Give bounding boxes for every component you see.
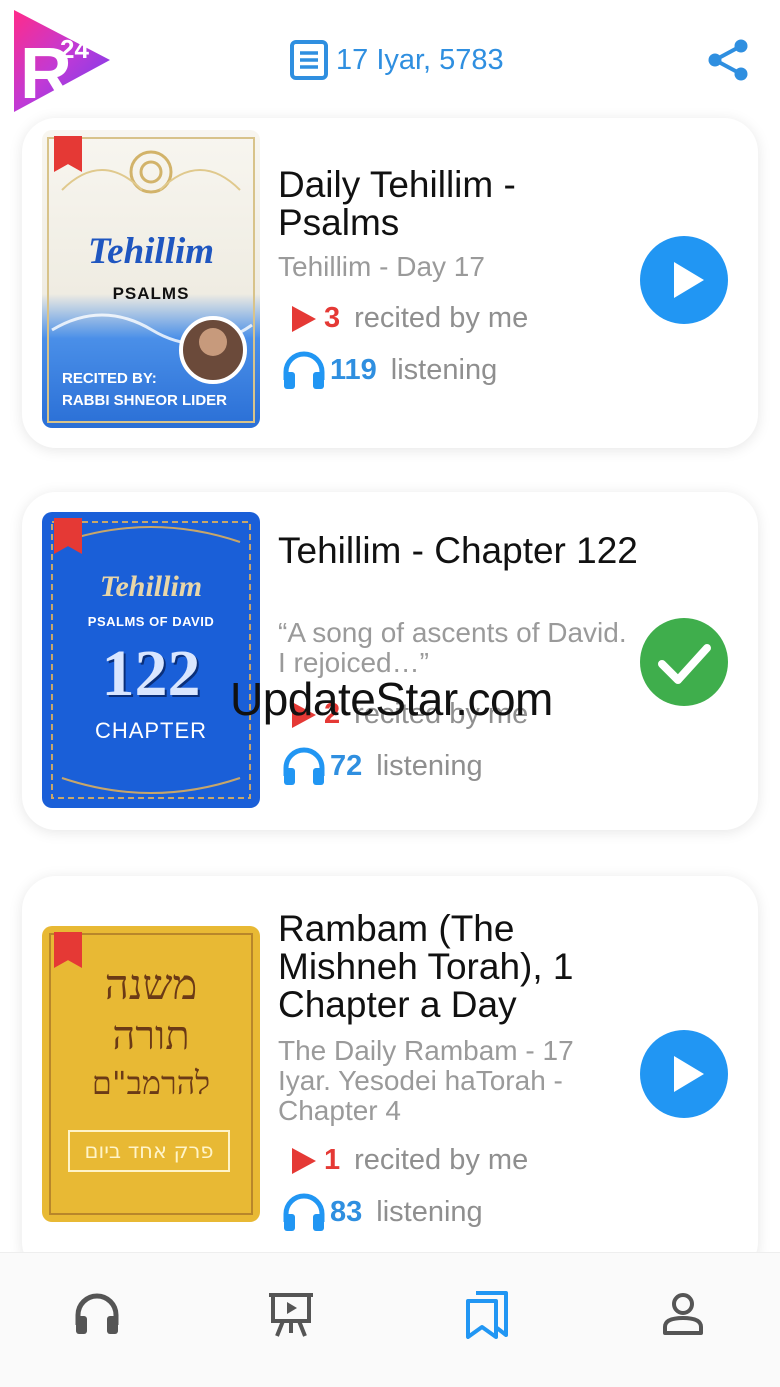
listening-count: 72: [330, 749, 363, 782]
cover-line-1: משנה: [104, 960, 198, 1009]
headphones-small-icon: [283, 747, 325, 785]
cover-credit-1: RECITED BY:: [62, 370, 157, 387]
cover-title: Tehillim: [87, 231, 215, 272]
cover-tehillim-122: Tehillim PSALMS OF DAVID 122 CHAPTER: [42, 512, 260, 808]
cover-rambam: משנה תורה להרמב"ם פרק אחד ביום: [42, 926, 260, 1222]
svg-text:24: 24: [60, 34, 89, 64]
checkmark-icon: [658, 644, 711, 684]
hebrew-date: 17 Iyar, 5783: [336, 43, 504, 76]
cover-box: פרק אחד ביום: [68, 1130, 230, 1172]
bookmarks-icon[interactable]: [462, 1289, 512, 1339]
recited-stat: 3 recited by me: [282, 302, 528, 335]
share-icon[interactable]: [706, 38, 750, 82]
card-daily-tehillim[interactable]: Tehillim PSALMS RECITED BY: RABBI SHNEOR…: [22, 118, 758, 448]
card-subtitle: The Daily Rambam - 17 Iyar. Yesodei haTo…: [278, 1035, 574, 1126]
card-rambam[interactable]: משנה תורה להרמב"ם פרק אחד ביום Rambam (T…: [22, 876, 758, 1276]
card-title: Daily Tehillim - Psalms: [278, 164, 516, 243]
listening-stat: 72 listening: [282, 746, 483, 786]
recited-count: 3: [324, 302, 341, 334]
recited-count: 1: [324, 1144, 341, 1176]
card-title: Rambam (The Mishneh Torah), 1 Chapter a …: [278, 908, 574, 1025]
cover-number: 122: [101, 637, 201, 710]
cover-subtitle: PSALMS: [112, 284, 190, 303]
recited-label: recited by me: [354, 302, 529, 334]
cover-daily-tehillim: Tehillim PSALMS RECITED BY: RABBI SHNEOR…: [42, 130, 260, 428]
play-button[interactable]: [640, 1030, 728, 1118]
play-button[interactable]: [640, 236, 728, 324]
card-tehillim-122[interactable]: Tehillim PSALMS OF DAVID 122 CHAPTER Teh…: [22, 492, 758, 830]
date-display[interactable]: 17 Iyar, 5783: [290, 40, 504, 80]
headphones-small-icon: [283, 351, 325, 389]
listening-count: 83: [330, 1195, 363, 1228]
cover-line-3: להרמב"ם: [91, 1064, 211, 1102]
play-icon: [674, 262, 704, 298]
card-subtitle: Tehillim - Day 17: [278, 251, 485, 282]
completed-button[interactable]: [640, 618, 728, 706]
card-subtitle: “A song of ascents of David. I rejoiced……: [278, 617, 627, 678]
watermark-text: UpdateStar.com: [230, 673, 553, 725]
listening-label: listening: [376, 1195, 483, 1228]
r24-logo[interactable]: R 24: [12, 8, 112, 114]
person-icon[interactable]: [658, 1289, 708, 1339]
play-small-icon: [292, 305, 316, 332]
cover-credit-2: RABBI SHNEOR LIDER: [62, 392, 228, 409]
play-small-icon: [292, 1147, 316, 1174]
cover-line-2: תורה: [112, 1013, 190, 1059]
headphones-icon[interactable]: [72, 1289, 122, 1339]
listening-stat: 119 listening: [282, 350, 497, 390]
listening-stat: 83 listening: [282, 1192, 483, 1232]
app-header: R 24 17 Iyar, 5783: [0, 0, 780, 122]
cover-subtitle: PSALMS OF DAVID: [87, 614, 215, 629]
listening-label: listening: [390, 353, 498, 386]
calendar-doc-icon: [290, 40, 328, 80]
card-title: Tehillim - Chapter 122: [278, 530, 638, 571]
cover-label: CHAPTER: [94, 718, 208, 743]
recited-stat: 1 recited by me: [282, 1144, 528, 1177]
presentation-icon[interactable]: [266, 1289, 316, 1339]
bottom-navigation: [0, 1252, 780, 1387]
listening-label: listening: [376, 749, 483, 782]
cover-title: Tehillim: [99, 570, 203, 603]
listening-count: 119: [330, 353, 377, 386]
headphones-small-icon: [283, 1193, 325, 1231]
recited-label: recited by me: [354, 1144, 529, 1176]
play-icon: [674, 1056, 704, 1092]
